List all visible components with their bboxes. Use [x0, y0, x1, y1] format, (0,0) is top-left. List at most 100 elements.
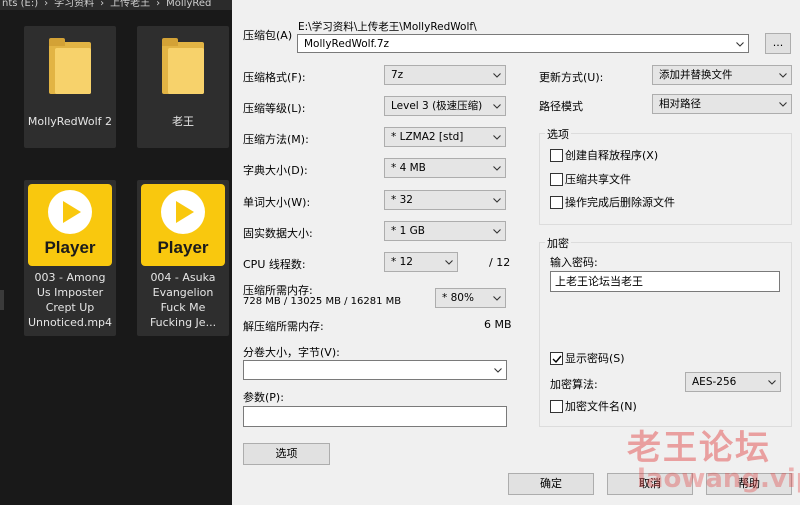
sidebar-edge: [0, 290, 4, 310]
format-combobox[interactable]: 7z: [384, 65, 506, 85]
path-mode-combobox[interactable]: 相对路径: [652, 94, 792, 114]
path-mode-value: 相对路径: [659, 98, 701, 110]
breadcrumb-folder-study[interactable]: 学习资料: [54, 0, 94, 9]
video-label: 004 - Asuka Evangelion Fuck Me Fucking J…: [149, 271, 217, 329]
encryption-group-title: 加密: [545, 235, 571, 251]
folder-label: MollyRedWolf 2: [27, 115, 113, 128]
breadcrumb-folder-upload[interactable]: 上传老王: [110, 0, 150, 9]
level-label: 压缩等级(L):: [243, 102, 306, 115]
folder-icon: [162, 38, 204, 94]
watermark-text: 老王论坛: [627, 428, 771, 468]
dictionary-combobox[interactable]: * 4 MB: [384, 158, 506, 178]
checkbox-box[interactable]: [550, 173, 563, 186]
dictionary-value: * 4 MB: [391, 162, 426, 174]
options-button[interactable]: 选项: [243, 443, 330, 465]
solid-block-combobox[interactable]: * 1 GB: [384, 221, 506, 241]
delete-after-checkbox[interactable]: 操作完成后删除源文件: [550, 196, 675, 209]
encryption-method-combobox[interactable]: AES-256: [685, 372, 781, 392]
video-item-004[interactable]: Player 004 - Asuka Evangelion Fuck Me Fu…: [137, 180, 229, 336]
threads-label: CPU 线程数:: [243, 258, 306, 271]
checkbox-box[interactable]: [550, 352, 563, 365]
chevron-down-icon[interactable]: [493, 133, 501, 141]
checkbox-box[interactable]: [550, 149, 563, 162]
password-label: 输入密码:: [550, 256, 598, 269]
parameters-input[interactable]: [243, 406, 507, 427]
chevron-down-icon[interactable]: [493, 227, 501, 235]
breadcrumb-drive[interactable]: nts (E:): [2, 0, 38, 9]
player-app-icon: Player: [141, 184, 225, 266]
memory-percent-combobox[interactable]: * 80%: [435, 288, 506, 308]
method-combobox[interactable]: * LZMA2 [std]: [384, 127, 506, 147]
threads-max: / 12: [489, 256, 511, 269]
checkmark-icon: [552, 355, 562, 364]
ok-button[interactable]: 确定: [508, 473, 594, 495]
method-value: * LZMA2 [std]: [391, 131, 464, 143]
decompress-memory-label: 解压缩所需内存:: [243, 320, 324, 333]
password-input[interactable]: 上老王论坛当老王: [550, 271, 780, 292]
word-size-label: 单词大小(W):: [243, 196, 311, 209]
player-app-icon: Player: [28, 184, 112, 266]
parameters-label: 参数(P):: [243, 391, 284, 404]
folder-label: 老王: [172, 115, 194, 128]
archive-label: 压缩包(A): [243, 29, 293, 42]
breadcrumb-separator: ›: [100, 0, 105, 9]
chevron-down-icon[interactable]: [779, 71, 787, 79]
split-volume-combobox[interactable]: [243, 360, 507, 380]
chevron-down-icon[interactable]: [779, 100, 787, 108]
show-password-checkbox[interactable]: 显示密码(S): [550, 352, 625, 365]
video-label: 003 - Among Us Imposter Crept Up Unnotic…: [27, 271, 113, 329]
method-label: 压缩方法(M):: [243, 133, 309, 146]
chevron-down-icon[interactable]: [493, 71, 501, 79]
chevron-down-icon[interactable]: [494, 366, 502, 374]
player-icon-text: Player: [44, 238, 96, 257]
explorer-breadcrumb[interactable]: nts (E:) › 学习资料 › 上传老王 › MollyRed: [0, 0, 232, 10]
sfx-checkbox-label: 创建自释放程序(X): [565, 149, 659, 162]
threads-combobox[interactable]: * 12: [384, 252, 458, 272]
archive-name-value: MollyRedWolf.7z: [304, 38, 390, 50]
split-volume-label: 分卷大小，字节(V):: [243, 346, 340, 359]
word-size-combobox[interactable]: * 32: [384, 190, 506, 210]
level-value: Level 3 (极速压缩): [391, 100, 483, 112]
solid-block-label: 固实数据大小:: [243, 227, 313, 240]
folder-item-mollyredwolf2[interactable]: MollyRedWolf 2: [24, 26, 116, 148]
update-mode-value: 添加并替换文件: [659, 69, 733, 81]
shared-files-checkbox-label: 压缩共享文件: [565, 173, 631, 186]
format-value: 7z: [391, 69, 404, 81]
encrypt-names-checkbox[interactable]: 加密文件名(N): [550, 400, 637, 413]
chevron-down-icon[interactable]: [445, 258, 453, 266]
player-icon-text: Player: [157, 238, 209, 257]
chevron-down-icon[interactable]: [493, 294, 501, 302]
delete-after-checkbox-label: 操作完成后删除源文件: [565, 196, 675, 209]
chevron-down-icon[interactable]: [493, 102, 501, 110]
show-password-label: 显示密码(S): [565, 352, 625, 365]
chevron-down-icon[interactable]: [768, 378, 776, 386]
chevron-down-icon[interactable]: [493, 164, 501, 172]
memory-detail: 728 MB / 13025 MB / 16281 MB: [243, 296, 402, 307]
folder-item-laowang[interactable]: 老王: [137, 26, 229, 148]
chevron-down-icon[interactable]: [736, 40, 744, 48]
encryption-method-label: 加密算法:: [550, 378, 598, 391]
archive-name-combobox[interactable]: MollyRedWolf.7z: [297, 34, 749, 53]
options-group-title: 选项: [545, 126, 571, 142]
word-size-value: * 32: [391, 194, 413, 206]
folder-icon: [49, 38, 91, 94]
breadcrumb-separator: ›: [156, 0, 161, 9]
chevron-down-icon[interactable]: [493, 196, 501, 204]
threads-value: * 12: [391, 256, 413, 268]
sfx-checkbox[interactable]: 创建自释放程序(X): [550, 149, 658, 162]
checkbox-box[interactable]: [550, 400, 563, 413]
video-item-003[interactable]: Player 003 - Among Us Imposter Crept Up …: [24, 180, 116, 336]
checkbox-box[interactable]: [550, 196, 563, 209]
shared-files-checkbox[interactable]: 压缩共享文件: [550, 173, 631, 186]
update-mode-combobox[interactable]: 添加并替换文件: [652, 65, 792, 85]
memory-percent-value: * 80%: [442, 292, 474, 304]
browse-button[interactable]: ...: [765, 33, 791, 54]
decompress-memory-value: 6 MB: [484, 318, 512, 331]
dictionary-label: 字典大小(D):: [243, 164, 308, 177]
level-combobox[interactable]: Level 3 (极速压缩): [384, 96, 506, 116]
format-label: 压缩格式(F):: [243, 71, 306, 84]
solid-block-value: * 1 GB: [391, 225, 425, 237]
breadcrumb-folder-molly[interactable]: MollyRed: [166, 0, 211, 9]
path-mode-label: 路径模式: [539, 100, 583, 113]
encryption-method-value: AES-256: [692, 376, 737, 388]
